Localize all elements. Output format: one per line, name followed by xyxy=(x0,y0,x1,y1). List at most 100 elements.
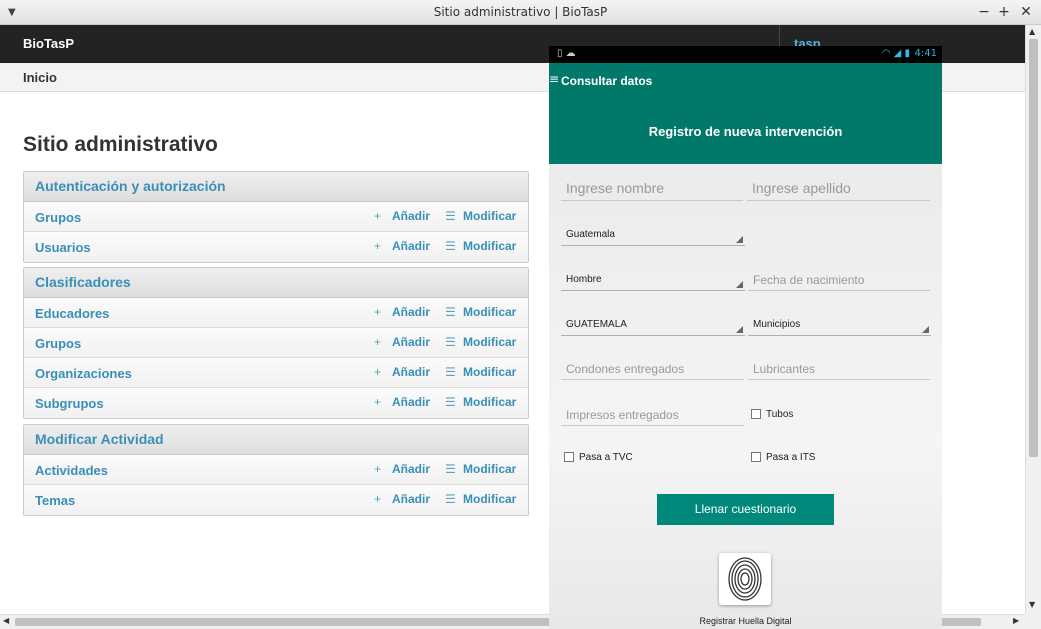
table-row: Grupos + Añadir ☰ Modificar xyxy=(24,202,528,232)
scrollbar-thumb[interactable] xyxy=(1029,39,1038,457)
checkbox-box xyxy=(564,452,574,462)
add-link[interactable]: + Añadir xyxy=(374,492,430,506)
impresos-input[interactable]: Impresos entregados xyxy=(561,408,744,426)
model-link[interactable]: Usuarios xyxy=(35,240,91,255)
table-row: Usuarios + Añadir ☰ Modificar xyxy=(24,232,528,262)
form-header: Registro de nueva intervención xyxy=(549,98,942,164)
scroll-down-icon[interactable]: ▼ xyxy=(1029,600,1035,609)
model-link[interactable]: Educadores xyxy=(35,306,109,321)
breadcrumb-home[interactable]: Inicio xyxy=(23,70,57,85)
model-link[interactable]: Subgrupos xyxy=(35,396,104,411)
change-link[interactable]: ☰ Modificar xyxy=(445,335,516,349)
scroll-left-icon[interactable]: ◀ xyxy=(3,616,9,625)
list-icon: ☰ xyxy=(445,492,456,506)
table-row: Actividades + Añadir ☰ Modificar xyxy=(24,455,528,485)
list-icon: ☰ xyxy=(445,395,456,409)
change-link[interactable]: ☰ Modificar xyxy=(445,209,516,223)
fingerprint-icon xyxy=(728,557,762,601)
add-link[interactable]: + Añadir xyxy=(374,395,430,409)
model-link[interactable]: Grupos xyxy=(35,336,81,351)
minimize-icon[interactable]: − xyxy=(977,3,991,21)
plus-icon: + xyxy=(374,239,382,253)
list-icon: ☰ xyxy=(445,462,456,476)
scrollbar-corner xyxy=(1025,614,1041,629)
list-icon: ☰ xyxy=(445,335,456,349)
scroll-up-icon[interactable]: ▲ xyxy=(1029,27,1035,36)
window-title: Sitio administrativo | BioTasP xyxy=(433,5,608,19)
table-row: Grupos + Añadir ☰ Modificar xyxy=(24,328,528,358)
table-row: Subgrupos + Añadir ☰ Modificar xyxy=(24,388,528,418)
huella-label: Registrar Huella Digital xyxy=(699,616,792,626)
pais-select[interactable]: Guatemala xyxy=(561,229,745,246)
list-icon: ☰ xyxy=(445,305,456,319)
dropdown-arrow-icon xyxy=(736,281,743,288)
nombre-input[interactable]: Ingrese nombre xyxy=(561,180,743,201)
checkbox-box xyxy=(751,452,761,462)
fecha-nacimiento-input[interactable]: Fecha de nacimiento xyxy=(748,273,930,291)
add-link[interactable]: + Añadir xyxy=(374,462,430,476)
change-link[interactable]: ☰ Modificar xyxy=(445,239,516,253)
table-row: Educadores + Añadir ☰ Modificar xyxy=(24,298,528,328)
fingerprint-button[interactable] xyxy=(719,553,771,605)
vertical-scrollbar[interactable]: ▲ ▼ xyxy=(1025,25,1041,614)
notification-icons: ▯ ☁ xyxy=(557,48,576,59)
module-title[interactable]: Clasificadores xyxy=(24,268,528,298)
tvc-checkbox[interactable]: Pasa a TVC xyxy=(564,452,633,463)
module-title[interactable]: Modificar Actividad xyxy=(24,425,528,455)
change-link[interactable]: ☰ Modificar xyxy=(445,365,516,379)
model-link[interactable]: Organizaciones xyxy=(35,366,132,381)
lubricantes-input[interactable]: Lubricantes xyxy=(748,362,930,380)
departamento-select[interactable]: GUATEMALA xyxy=(561,319,745,336)
change-link[interactable]: ☰ Modificar xyxy=(445,462,516,476)
module-auth: Autenticación y autorización Grupos + Aña… xyxy=(23,171,529,263)
add-link[interactable]: + Añadir xyxy=(374,305,430,319)
apellido-input[interactable]: Ingrese apellido xyxy=(747,180,930,201)
plus-icon: + xyxy=(374,365,382,379)
plus-icon: + xyxy=(374,492,382,506)
llenar-cuestionario-button[interactable]: Llenar cuestionario xyxy=(657,494,834,525)
module-clasificadores: Clasificadores Educadores + Añadir ☰ Modif… xyxy=(23,267,529,419)
table-row: Temas + Añadir ☰ Modificar xyxy=(24,485,528,515)
wifi-battery-icon: ◠ ◢ ▮ xyxy=(881,48,910,59)
dropdown-arrow-icon xyxy=(922,326,929,333)
site-brand[interactable]: BioTasP xyxy=(23,36,74,51)
module-actividad: Modificar Actividad Actividades + Añadir … xyxy=(23,424,529,516)
list-icon: ☰ xyxy=(445,365,456,379)
drawer-menu-icon[interactable]: ≡ xyxy=(549,72,559,86)
page-title: Sitio administrativo xyxy=(23,133,218,156)
close-icon[interactable]: ✕ xyxy=(1019,3,1033,21)
checkbox-box xyxy=(751,409,761,419)
status-time: 4:41 xyxy=(914,48,937,59)
dropdown-arrow-icon xyxy=(736,236,743,243)
add-link[interactable]: + Añadir xyxy=(374,335,430,349)
list-icon: ☰ xyxy=(445,239,456,253)
list-icon: ☰ xyxy=(445,209,456,223)
sexo-select[interactable]: Hombre xyxy=(561,274,745,291)
form-title: Registro de nueva intervención xyxy=(648,124,843,139)
its-checkbox[interactable]: Pasa a ITS xyxy=(751,452,815,463)
add-link[interactable]: + Añadir xyxy=(374,209,430,223)
model-link[interactable]: Actividades xyxy=(35,463,108,478)
municipio-select[interactable]: Municipios xyxy=(748,319,931,336)
action-bar-title[interactable]: Consultar datos xyxy=(561,74,652,88)
window-titlebar: ▼ Sitio administrativo | BioTasP − + ✕ xyxy=(0,0,1041,25)
change-link[interactable]: ☰ Modificar xyxy=(445,492,516,506)
plus-icon: + xyxy=(374,305,382,319)
tubos-checkbox[interactable]: Tubos xyxy=(751,409,793,420)
plus-icon: + xyxy=(374,209,382,223)
android-status-bar: ▯ ☁ ◠ ◢ ▮ 4:41 xyxy=(549,46,942,63)
maximize-icon[interactable]: + xyxy=(997,3,1011,21)
change-link[interactable]: ☰ Modificar xyxy=(445,305,516,319)
plus-icon: + xyxy=(374,462,382,476)
plus-icon: + xyxy=(374,335,382,349)
add-link[interactable]: + Añadir xyxy=(374,365,430,379)
android-app-window: ▯ ☁ ◠ ◢ ▮ 4:41 ≡ Consultar datos Registr… xyxy=(549,46,942,629)
model-link[interactable]: Grupos xyxy=(35,210,81,225)
add-link[interactable]: + Añadir xyxy=(374,239,430,253)
scroll-right-icon[interactable]: ▶ xyxy=(1013,616,1019,625)
module-title[interactable]: Autenticación y autorización xyxy=(24,172,528,202)
change-link[interactable]: ☰ Modificar xyxy=(445,395,516,409)
condones-input[interactable]: Condones entregados xyxy=(561,362,744,380)
dropdown-arrow-icon xyxy=(736,326,743,333)
model-link[interactable]: Temas xyxy=(35,493,75,508)
